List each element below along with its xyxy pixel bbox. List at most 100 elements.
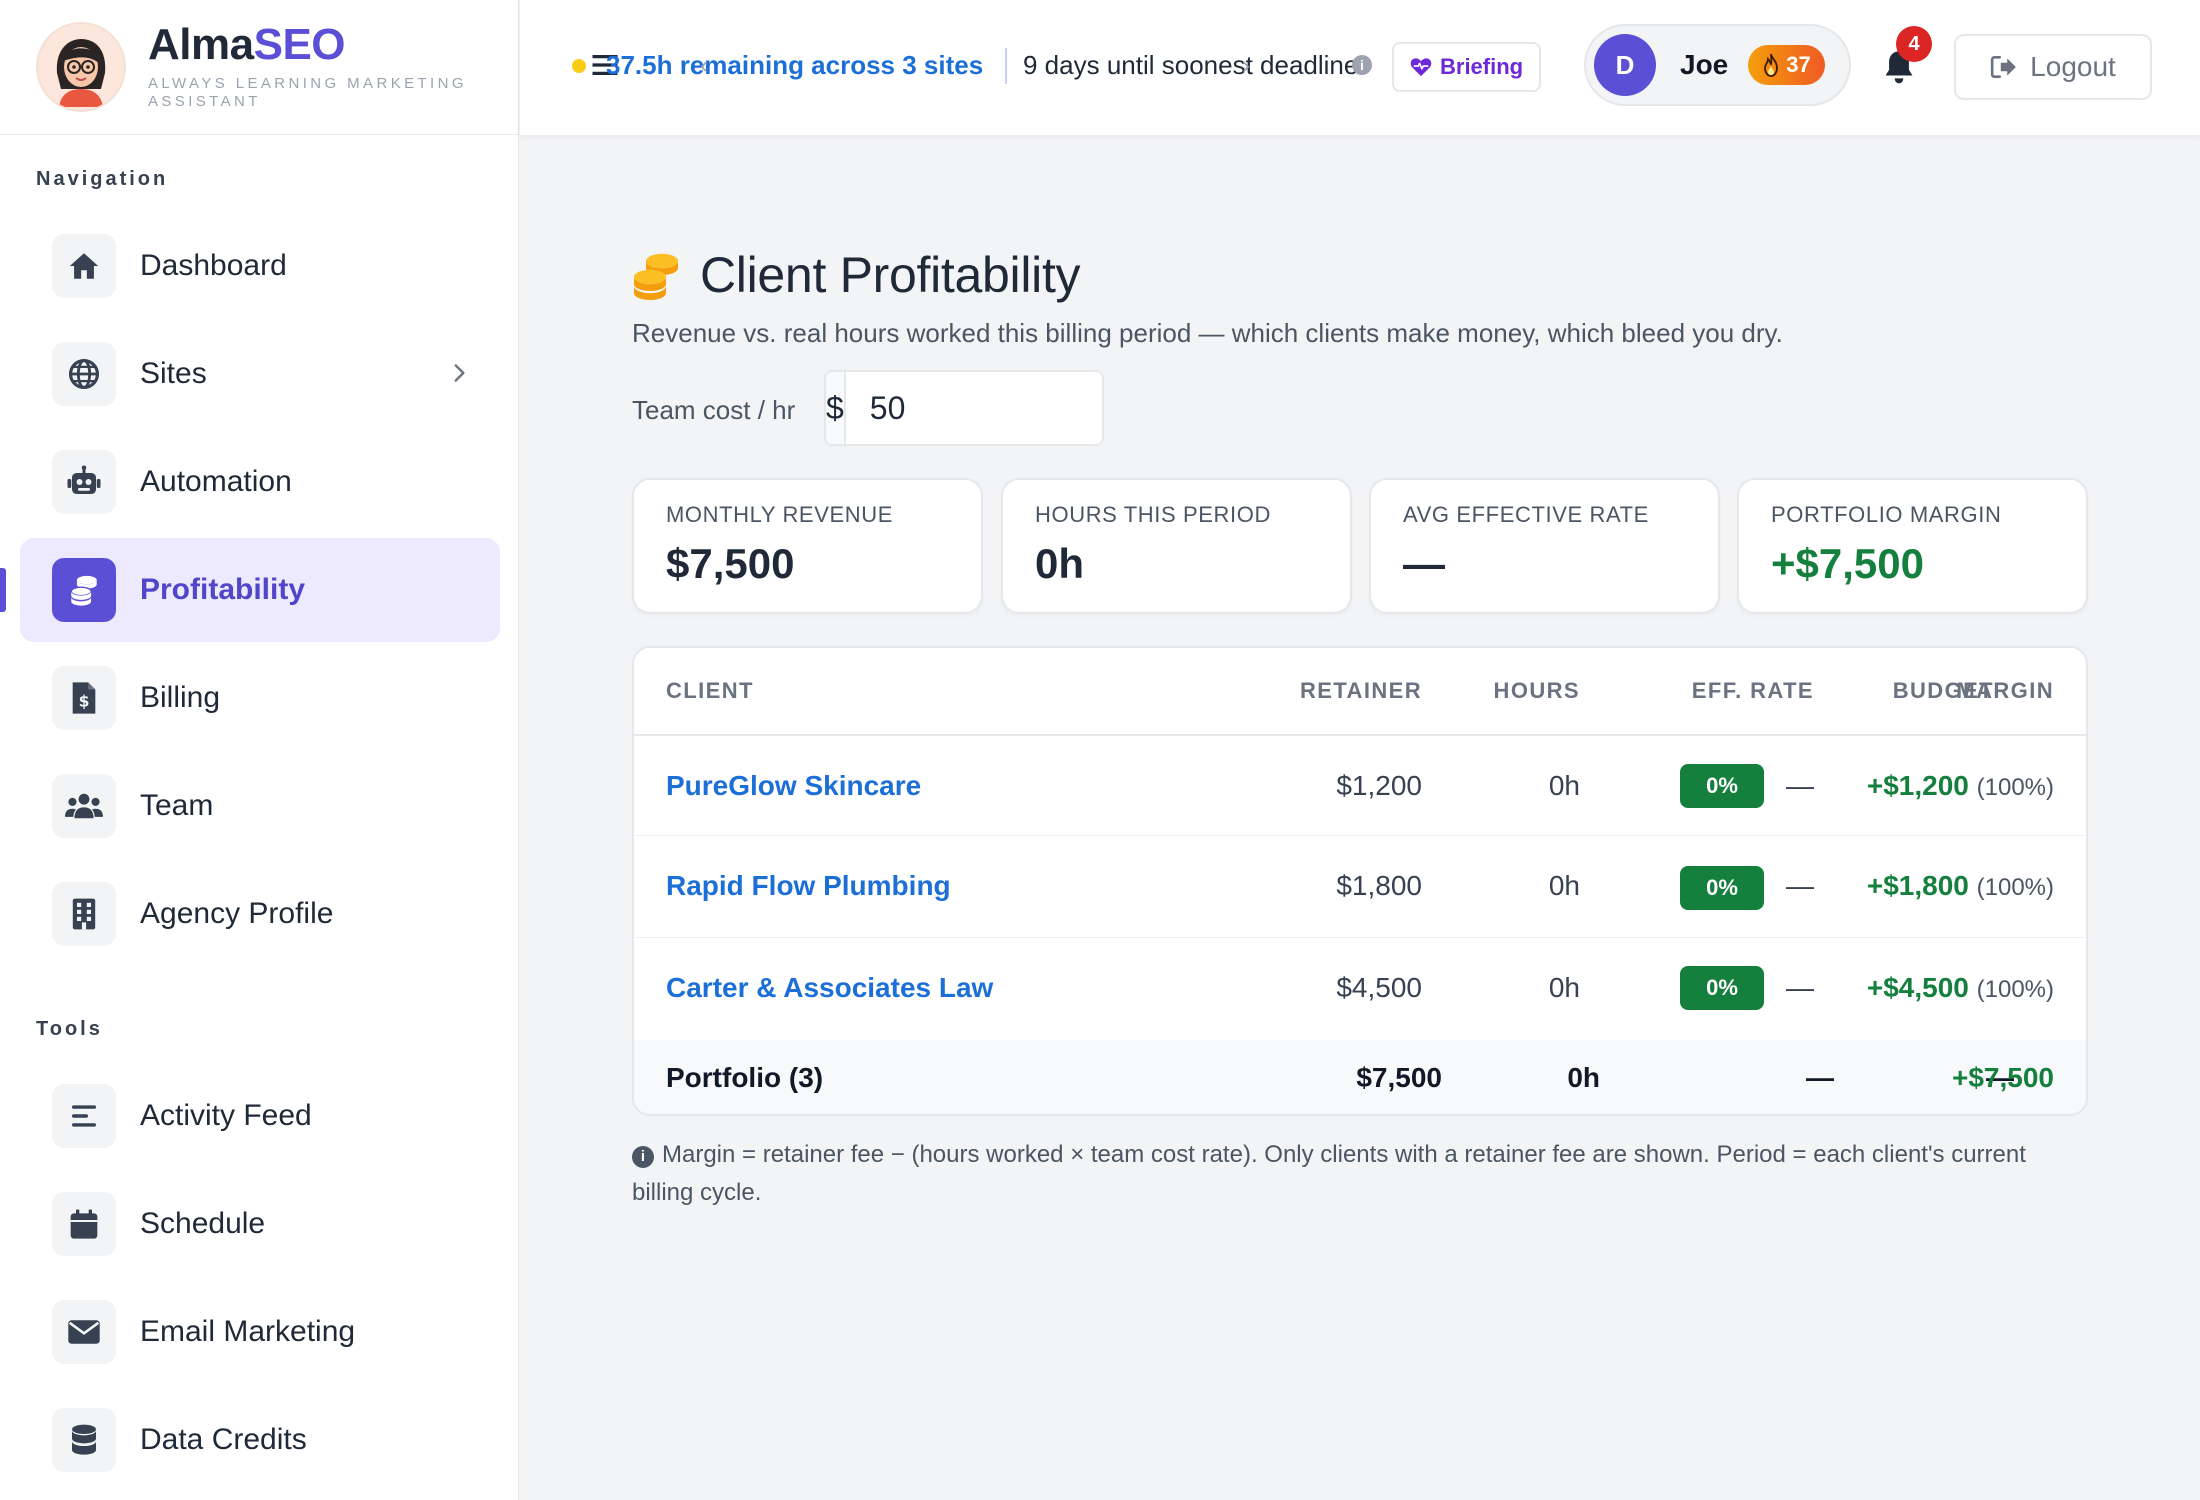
budget-badge: 0% [1680,764,1764,808]
ticker-prev-icon[interactable]: ‹ [700,52,708,80]
team-cost-field: $ [824,370,1104,446]
footnote-text: Margin = retainer fee − (hours worked × … [632,1141,2026,1206]
logout-label: Logout [2030,51,2116,82]
sidebar-item-team[interactable]: Team [20,754,500,858]
column-header-hours[interactable]: HOURS [1422,678,1580,704]
stat-card-effective-rate: Avg Effective Rate — [1369,478,1720,614]
building-icon [52,882,116,946]
logout-button[interactable]: Logout [1954,34,2152,100]
retainer-cell: $4,500 [1336,972,1422,1003]
svg-text:$: $ [79,693,90,711]
top-bar: 37.5h remaining across 3 sites ‹ 9 days … [520,0,2200,135]
sidebar-item-sites[interactable]: Sites [20,322,500,426]
hours-cell: 0h [1548,770,1580,801]
user-name: Joe [1680,49,1729,80]
stat-card-portfolio-margin: Portfolio Margin +$7,500 [1737,478,2088,614]
column-header-client[interactable]: CLIENT [666,678,754,704]
streak-count: 37 [1786,52,1811,77]
portfolio-eff-rate: — [1806,1062,1834,1093]
stat-value: $7,500 [666,540,795,587]
sidebar-item-dashboard[interactable]: Dashboard [20,214,500,318]
sidebar-item-automation[interactable]: Automation [20,430,500,534]
globe-icon [52,342,116,406]
invoice-icon: $ [52,666,116,730]
column-header-margin[interactable]: MARGIN [1956,678,2054,704]
sidebar-item-label: Activity Feed [140,1099,312,1132]
tools-section-title: Tools [36,1018,103,1040]
table-row: Rapid Flow Plumbing $1,800 0h — 0% +$1,8… [634,838,2086,938]
chevron-right-icon [446,360,472,386]
ticker-hours-remaining[interactable]: 37.5h remaining across 3 sites [606,50,983,81]
currency-prefix: $ [826,372,846,444]
retainer-cell: $1,800 [1336,870,1422,901]
ticker-divider [1005,48,1007,84]
info-icon: i [632,1146,654,1168]
heart-pulse-icon [1410,57,1432,77]
margin-cell: +$1,200 (100%) [1866,770,2054,801]
sidebar-item-profitability[interactable]: Profitability [20,538,500,642]
ticker-deadline: 9 days until soonest deadline [1023,50,1359,80]
hours-cell: 0h [1548,870,1580,901]
streak-badge: 37 [1748,45,1825,85]
sidebar-item-label: Billing [140,681,221,714]
sidebar-item-label: Email Marketing [140,1315,356,1348]
column-header-eff-rate[interactable]: EFF. RATE [1580,678,1814,704]
stat-card-hours: Hours This Period 0h [1001,478,1352,614]
profitability-table: CLIENT RETAINER HOURS EFF. RATE BUDGET M… [632,646,2088,1116]
user-menu[interactable]: D Joe 37 [1584,24,1851,106]
coins-icon [630,249,682,301]
budget-badge: 0% [1680,866,1764,910]
sidebar-item-data-credits[interactable]: Data Credits [20,1388,500,1492]
assistant-avatar [38,24,124,110]
active-indicator [0,568,6,612]
client-link[interactable]: Carter & Associates Law [666,972,993,1004]
sidebar-item-label: Team [140,789,214,822]
margin-cell: +$1,800 (100%) [1866,870,2054,901]
briefing-button[interactable]: Briefing [1392,42,1542,92]
sidebar-item-label: Agency Profile [140,897,334,930]
portfolio-margin: +$7,500 [1952,1062,2054,1093]
table-row: Carter & Associates Law $4,500 0h — 0% +… [634,938,2086,1038]
footnote: i Margin = retainer fee − (hours worked ×… [632,1136,2082,1212]
retainer-cell: $1,200 [1336,770,1422,801]
sidebar-item-email-marketing[interactable]: Email Marketing [20,1280,500,1384]
sidebar-item-agency-profile[interactable]: Agency Profile [20,862,500,966]
portfolio-label: Portfolio (3) [666,1062,824,1093]
briefing-label: Briefing [1440,54,1524,79]
sidebar-item-label: Data Credits [140,1423,307,1456]
sidebar-item-schedule[interactable]: Schedule [20,1172,500,1276]
column-header-retainer[interactable]: RETAINER [1092,678,1422,704]
envelope-icon [52,1300,116,1364]
table-row: PureGlow Skincare $1,200 0h — 0% +$1,200… [634,736,2086,836]
page-header: Client Profitability [630,246,1081,304]
client-link[interactable]: Rapid Flow Plumbing [666,870,951,902]
users-icon [52,774,116,838]
stat-label: Hours This Period [1035,502,1271,527]
ticker-next-icon[interactable]: › [1242,52,1250,80]
sidebar-item-billing[interactable]: $ Billing [20,646,500,750]
nav-section-title: Navigation [36,168,169,190]
stat-value: 0h [1035,540,1085,587]
page-title: Client Profitability [700,247,1081,303]
stat-value: — [1403,540,1445,587]
stat-label: Avg Effective Rate [1403,502,1649,527]
page-subtitle: Revenue vs. real hours worked this billi… [632,318,1783,348]
info-icon[interactable]: i [1352,55,1372,75]
brand-name: AlmaSEO [148,20,346,69]
team-cost-input[interactable] [845,372,1102,444]
stat-label: Monthly Revenue [666,502,894,527]
calendar-icon [52,1192,116,1256]
sidebar-item-label: Profitability [140,573,306,606]
stat-value: +$7,500 [1771,540,1924,587]
brand: AlmaSEO Always Learning Marketing Assist… [0,0,518,135]
sidebar-item-label: Sites [140,357,207,390]
client-link[interactable]: PureGlow Skincare [666,770,921,802]
sidebar-item-label: Schedule [140,1207,266,1240]
stat-card-monthly-revenue: Monthly Revenue $7,500 [632,478,983,614]
sidebar-item-activity-feed[interactable]: Activity Feed [20,1064,500,1168]
budget-badge: 0% [1680,966,1764,1010]
sidebar-item-label: Automation [140,465,292,498]
robot-icon [52,450,116,514]
team-cost-label: Team cost / hr [632,395,796,425]
sidebar-item-label: Dashboard [140,249,287,282]
